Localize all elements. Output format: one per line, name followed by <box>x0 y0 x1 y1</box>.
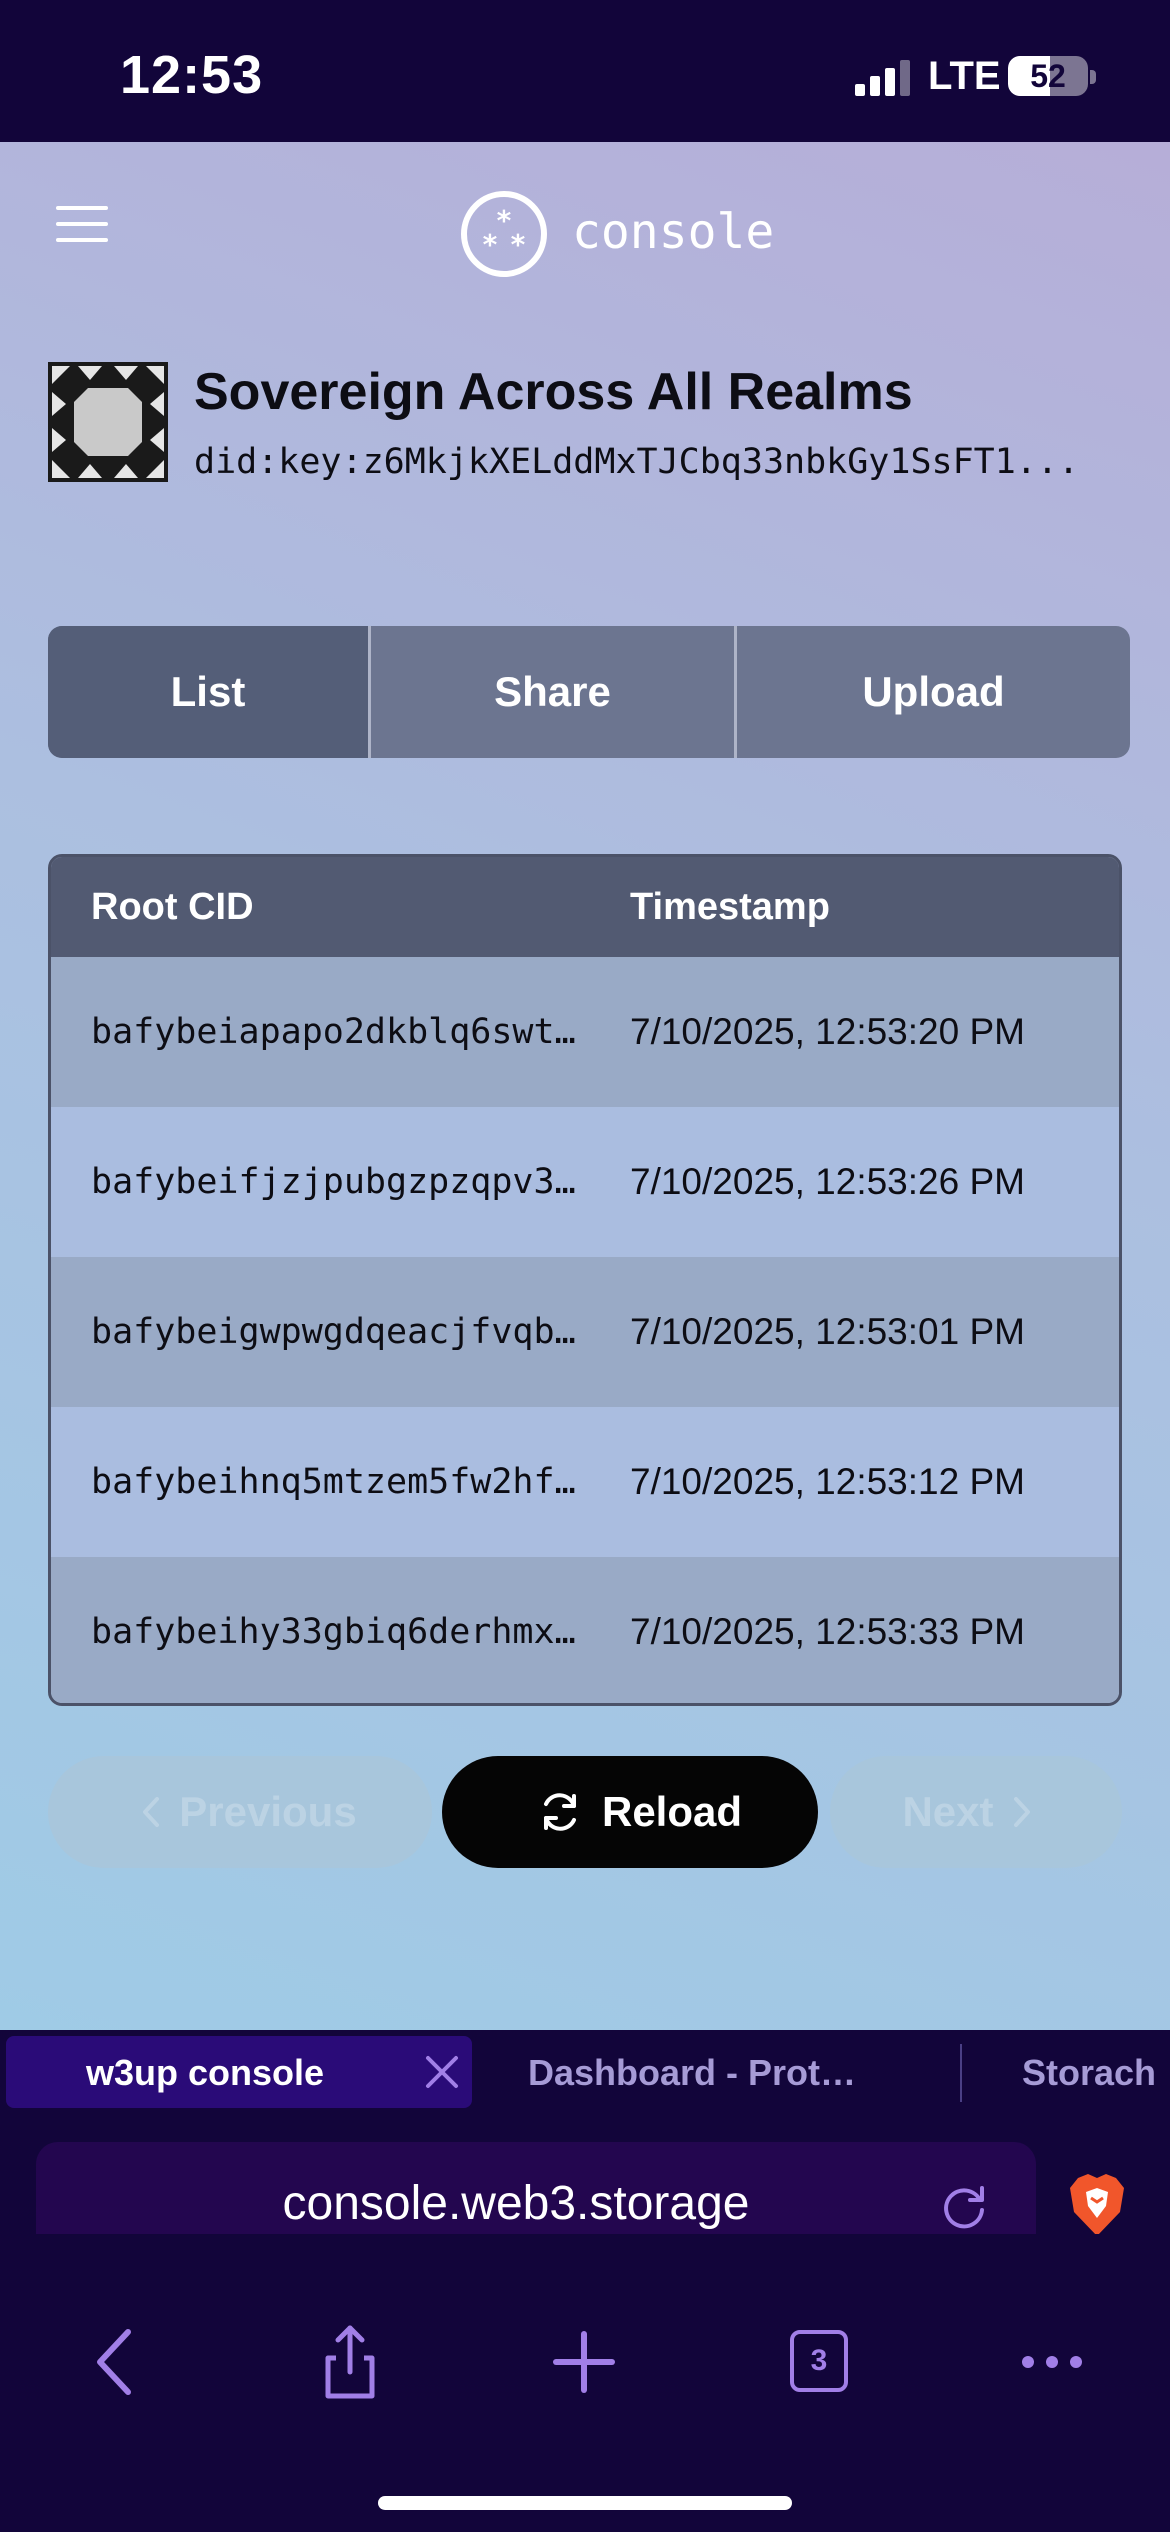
browser-tab-active[interactable]: w3up console <box>6 2036 472 2108</box>
svg-text:*: * <box>511 228 526 261</box>
root-cid-cell[interactable]: bafybeihy33gbiq6derhmx… <box>51 1612 626 1652</box>
menu-line <box>56 206 108 210</box>
previous-button[interactable]: Previous <box>48 1756 432 1868</box>
network-type: LTE <box>928 54 1001 98</box>
status-time: 12:53 <box>120 45 264 105</box>
more-options-icon[interactable] <box>1012 2322 1092 2402</box>
space-avatar <box>48 362 168 482</box>
browser-tab[interactable]: Dashboard - Prot… <box>528 2052 856 2094</box>
timestamp-cell: 7/10/2025, 12:53:20 PM <box>630 1011 1025 1052</box>
back-icon[interactable] <box>76 2322 156 2402</box>
table-row[interactable]: bafybeiapapo2dkblq6swt… 7/10/2025, 12:53… <box>51 957 1119 1107</box>
timestamp-cell: 7/10/2025, 12:53:26 PM <box>630 1161 1025 1202</box>
reload-button[interactable]: Reload <box>442 1756 818 1868</box>
column-header-root-cid: Root CID <box>91 885 254 928</box>
battery-icon: 52 <box>1008 56 1088 96</box>
tab-upload[interactable]: Upload <box>734 626 1130 758</box>
root-cid-cell[interactable]: bafybeigwpwgdqeacjfvqb… <box>51 1312 626 1352</box>
console-logo-text: console <box>572 204 775 260</box>
browser-tab[interactable]: Storach <box>1022 2052 1156 2094</box>
space-name: Sovereign Across All Realms <box>194 363 913 421</box>
space-did: did:key:z6MkjkXELddMxTJCbq33nbkGy1SsFT1.… <box>194 442 1080 482</box>
status-bar: 12:53 LTE 52 <box>0 0 1170 142</box>
address-bar-area: console.web3.storage <box>0 2116 1170 2270</box>
column-header-timestamp: Timestamp <box>630 885 830 928</box>
close-tab-icon[interactable] <box>420 2050 464 2094</box>
tab-divider <box>960 2044 962 2102</box>
chevron-left-icon <box>143 1797 160 1827</box>
home-indicator[interactable] <box>378 2496 792 2510</box>
table-header: Root CID Timestamp <box>51 857 1119 957</box>
root-cid-cell[interactable]: bafybeiapapo2dkblq6swt… <box>51 1012 626 1052</box>
root-cid-cell[interactable]: bafybeihnq5mtzem5fw2hf… <box>51 1462 626 1502</box>
share-icon[interactable] <box>310 2322 390 2402</box>
cellular-signal-icon <box>855 60 910 96</box>
url-text[interactable]: console.web3.storage <box>36 2176 936 2231</box>
previous-label: Previous <box>179 1788 357 1835</box>
svg-text:*: * <box>483 228 498 261</box>
next-button[interactable]: Next <box>830 1756 1122 1868</box>
table-row[interactable]: bafybeihnq5mtzem5fw2hf… 7/10/2025, 12:53… <box>51 1407 1119 1557</box>
menu-line <box>56 222 108 226</box>
brave-shields-icon[interactable] <box>1068 2172 1126 2238</box>
new-tab-icon[interactable] <box>544 2322 624 2402</box>
table-row[interactable]: bafybeifjzjpubgzpzqpv3… 7/10/2025, 12:53… <box>51 1107 1119 1257</box>
timestamp-cell: 7/10/2025, 12:53:33 PM <box>630 1611 1025 1652</box>
refresh-icon <box>543 1793 576 1831</box>
root-cid-cell[interactable]: bafybeifjzjpubgzpzqpv3… <box>51 1162 626 1202</box>
space-tabs: List Share Upload <box>48 626 1130 758</box>
uploads-table: Root CID Timestamp bafybeiapapo2dkblq6sw… <box>48 854 1122 1706</box>
browser-tab-title: w3up console <box>86 2052 325 2093</box>
battery-nub <box>1090 70 1096 84</box>
tab-switcher-button[interactable]: 3 <box>790 2330 848 2392</box>
battery-level: 52 <box>1030 58 1066 94</box>
browser-toolbar: 3 <box>0 2234 1170 2532</box>
timestamp-cell: 7/10/2025, 12:53:12 PM <box>630 1461 1025 1502</box>
tab-list[interactable]: List <box>48 626 368 758</box>
chevron-right-icon <box>1013 1797 1030 1827</box>
table-row[interactable]: bafybeigwpwgdqeacjfvqb… 7/10/2025, 12:53… <box>51 1257 1119 1407</box>
reload-label: Reload <box>601 1788 743 1835</box>
timestamp-cell: 7/10/2025, 12:53:01 PM <box>630 1311 1025 1352</box>
menu-line <box>56 238 108 242</box>
browser-tab-strip: w3up console Dashboard - Prot… Storach <box>0 2030 1170 2116</box>
svg-text:*: * <box>497 204 512 237</box>
next-label: Next <box>902 1788 994 1835</box>
console-logo-icon: * * * <box>461 191 547 277</box>
reload-page-icon[interactable] <box>936 2178 992 2234</box>
tab-share[interactable]: Share <box>368 626 734 758</box>
hamburger-menu-button[interactable] <box>56 206 108 246</box>
table-row[interactable]: bafybeihy33gbiq6derhmx… 7/10/2025, 12:53… <box>51 1557 1119 1703</box>
